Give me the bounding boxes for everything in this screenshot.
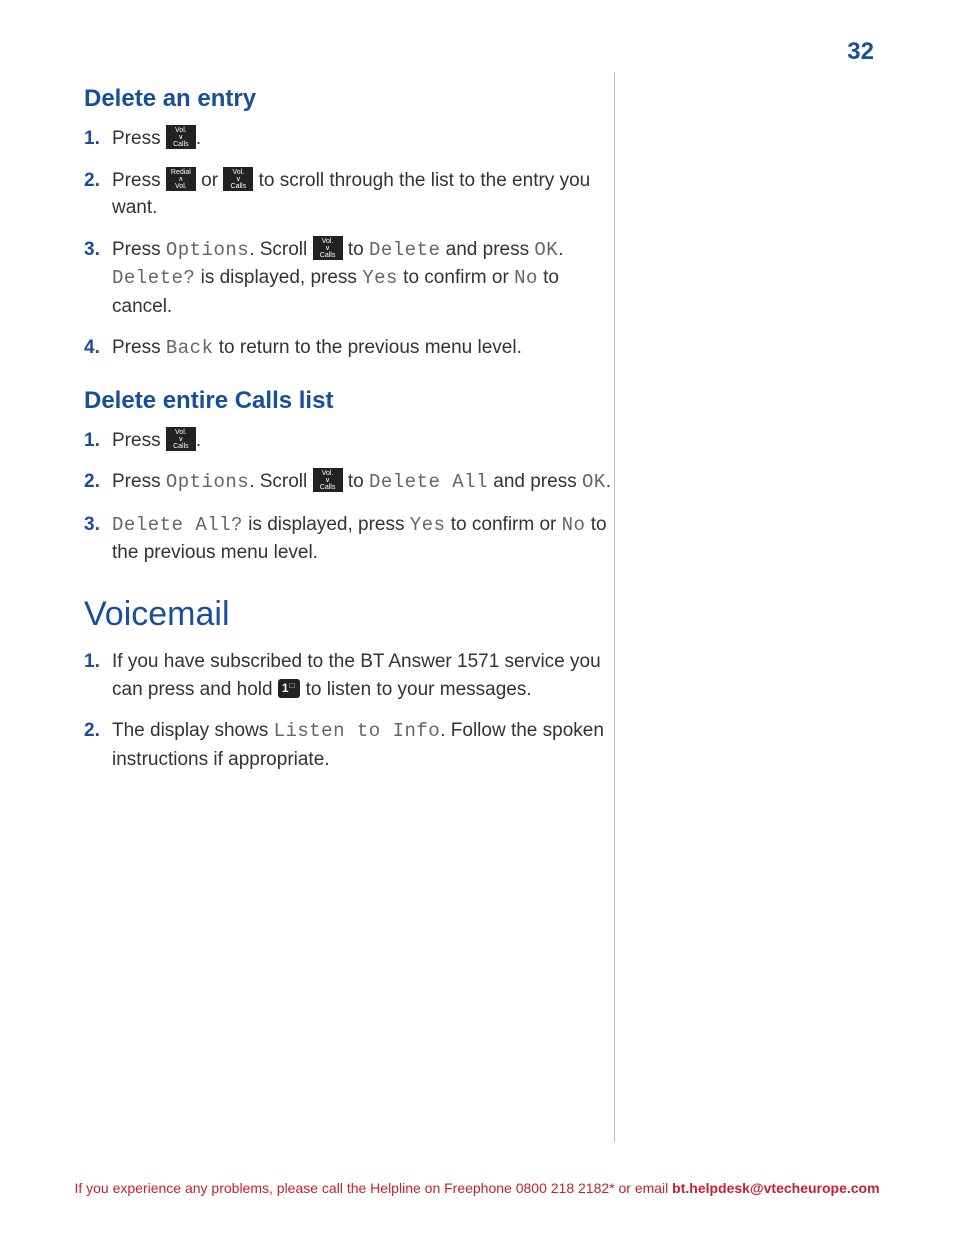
text: Press	[112, 471, 166, 492]
lcd-text: Listen to Info	[274, 720, 441, 742]
footer-text: If you experience any problems, please c…	[74, 1180, 672, 1196]
text: and press	[440, 239, 534, 260]
lcd-text: OK	[534, 239, 558, 261]
heading-voicemail: Voicemail	[84, 595, 614, 634]
main-content: Delete an entry 1. Press Vol.∨Calls. 2. …	[84, 85, 614, 797]
heading-delete-entry: Delete an entry	[84, 85, 614, 113]
step-number: 3.	[84, 511, 100, 539]
down-key-icon: Vol.∨Calls	[223, 167, 253, 191]
steps-delete-entry: 1. Press Vol.∨Calls. 2. Press Redial∧Vol…	[84, 125, 614, 363]
footer-email: bt.helpdesk@vtecheurope.com	[672, 1180, 879, 1196]
step: 4. Press Back to return to the previous …	[84, 334, 614, 363]
step-number: 2.	[84, 167, 100, 195]
down-key-icon: Vol.∨Calls	[313, 468, 343, 492]
step-number: 1.	[84, 125, 100, 153]
step-number: 4.	[84, 334, 100, 362]
steps-voicemail: 1. If you have subscribed to the BT Answ…	[84, 648, 614, 773]
text: .	[196, 430, 201, 451]
text: is displayed, press	[195, 267, 362, 288]
lcd-text: Delete All?	[112, 514, 243, 536]
text: to	[343, 239, 369, 260]
heading-delete-all: Delete entire Calls list	[84, 387, 614, 415]
lcd-text: Yes	[362, 267, 398, 289]
text: .	[558, 239, 563, 260]
lcd-text: No	[514, 267, 538, 289]
step: 2. Press Options. Scroll Vol.∨Calls to D…	[84, 468, 614, 497]
step: 1. Press Vol.∨Calls.	[84, 125, 614, 153]
text: or	[196, 170, 223, 191]
lcd-text: Delete All	[369, 471, 488, 493]
up-key-icon: Redial∧Vol.	[166, 167, 196, 191]
text: to confirm or	[398, 267, 514, 288]
lcd-text: Back	[166, 337, 214, 359]
lcd-text: OK	[582, 471, 606, 493]
text: Press	[112, 337, 166, 358]
step-number: 1.	[84, 427, 100, 455]
step: 2. The display shows Listen to Info. Fol…	[84, 717, 614, 773]
text: Press	[112, 170, 166, 191]
step-number: 2.	[84, 717, 100, 745]
text: Press	[112, 239, 166, 260]
step: 1. If you have subscribed to the BT Answ…	[84, 648, 614, 703]
step: 3. Press Options. Scroll Vol.∨Calls to D…	[84, 236, 614, 321]
text: The display shows	[112, 720, 274, 741]
down-key-icon: Vol.∨Calls	[313, 236, 343, 260]
down-key-icon: Vol.∨Calls	[166, 125, 196, 149]
footer-help-line: If you experience any problems, please c…	[0, 1180, 954, 1196]
step-number: 1.	[84, 648, 100, 676]
step: 3. Delete All? is displayed, press Yes t…	[84, 511, 614, 567]
lcd-text: Delete?	[112, 267, 195, 289]
page-number: 32	[847, 38, 874, 66]
steps-delete-all: 1. Press Vol.∨Calls. 2. Press Options. S…	[84, 427, 614, 567]
text: to return to the previous menu level.	[213, 337, 521, 358]
step: 2. Press Redial∧Vol. or Vol.∨Calls to sc…	[84, 167, 614, 222]
text: .	[606, 471, 611, 492]
text: to	[343, 471, 369, 492]
text: to confirm or	[446, 514, 562, 535]
step: 1. Press Vol.∨Calls.	[84, 427, 614, 455]
lcd-text: No	[562, 514, 586, 536]
text: Press	[112, 430, 166, 451]
text: to listen to your messages.	[300, 679, 531, 700]
column-divider	[614, 72, 615, 1142]
text: . Scroll	[249, 239, 312, 260]
lcd-text: Options	[166, 239, 249, 261]
key-1-icon: 1□	[278, 679, 301, 698]
step-number: 2.	[84, 468, 100, 496]
lcd-text: Yes	[410, 514, 446, 536]
text: .	[196, 128, 201, 149]
text: . Scroll	[249, 471, 312, 492]
lcd-text: Delete	[369, 239, 440, 261]
text: Press	[112, 128, 166, 149]
lcd-text: Options	[166, 471, 249, 493]
text: and press	[488, 471, 582, 492]
down-key-icon: Vol.∨Calls	[166, 427, 196, 451]
text: is displayed, press	[243, 514, 410, 535]
step-number: 3.	[84, 236, 100, 264]
